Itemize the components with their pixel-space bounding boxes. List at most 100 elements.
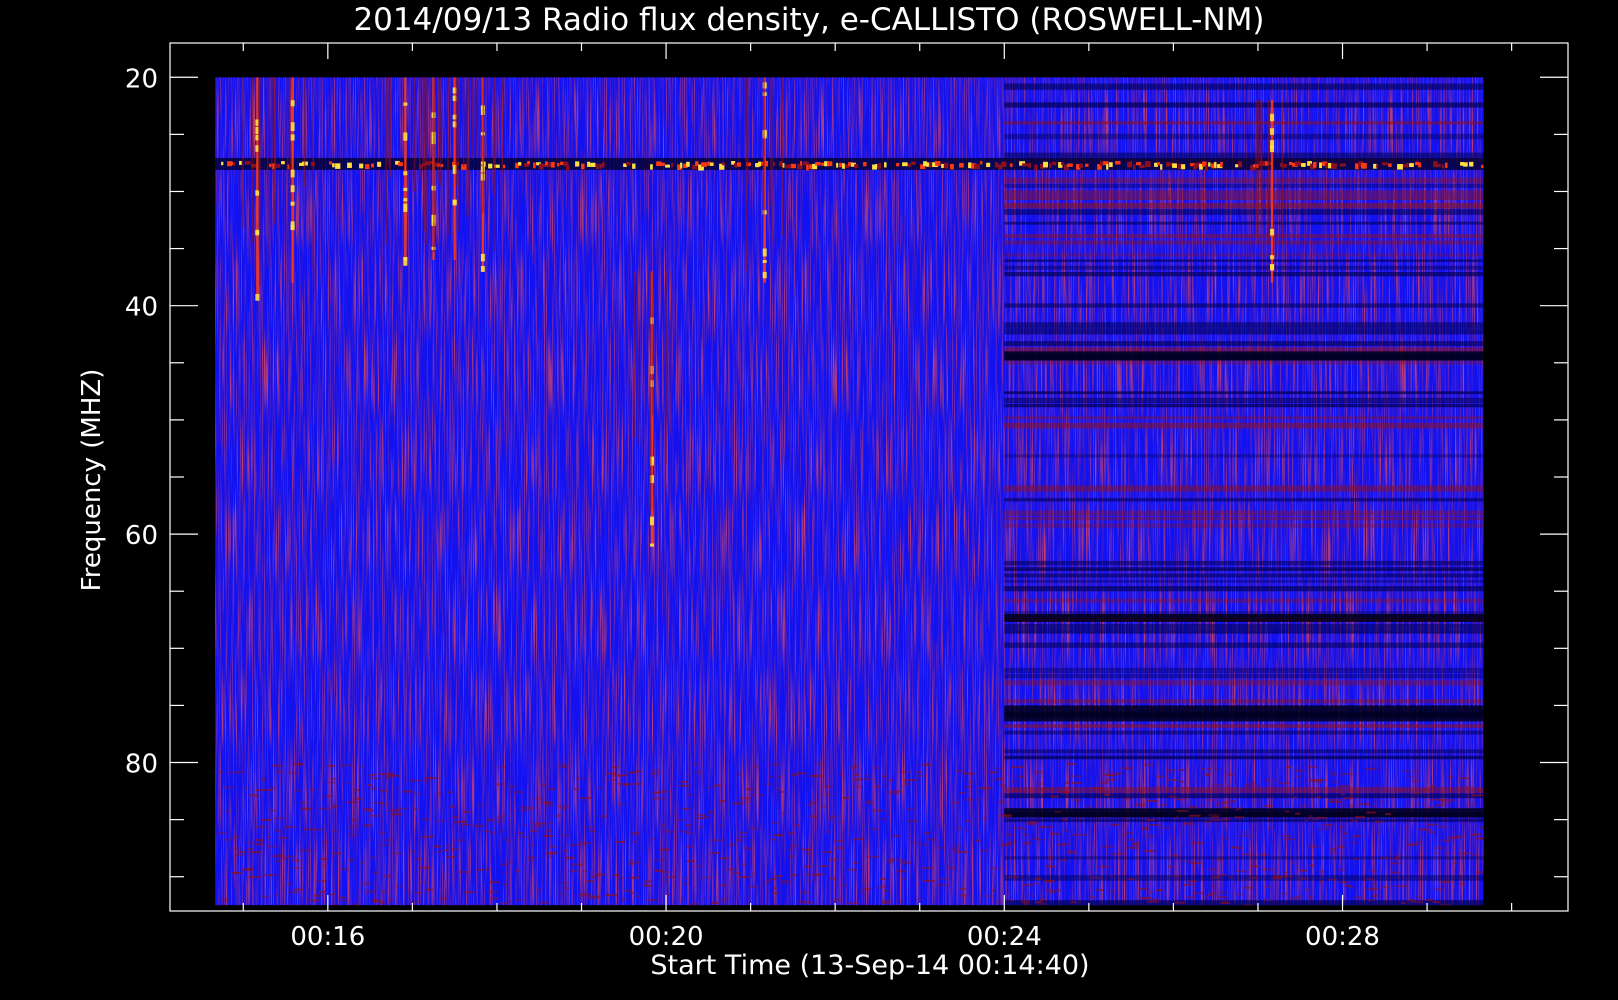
heatmap-band xyxy=(1004,498,1484,502)
heatmap-speckle xyxy=(1352,841,1357,844)
heatmap-speckle xyxy=(946,866,956,869)
heatmap-speckle xyxy=(744,846,747,849)
heatmap-speckle xyxy=(1434,888,1444,891)
heatmap-band xyxy=(1004,202,1484,209)
heatmap-speckle xyxy=(1415,803,1422,806)
heatmap-speckle xyxy=(1242,853,1253,856)
y-tick-label: 40 xyxy=(125,293,158,323)
heatmap-speckle xyxy=(260,778,265,781)
band-spark xyxy=(1340,163,1346,167)
heatmap-speckle xyxy=(1441,839,1452,842)
heatmap-speckle xyxy=(354,789,360,792)
heatmap-speckle xyxy=(498,766,506,769)
heatmap-speckle xyxy=(713,852,721,854)
heatmap-speckle xyxy=(457,871,469,873)
heatmap-speckle xyxy=(269,873,277,876)
band-spark xyxy=(1034,164,1038,171)
heatmap-speckle xyxy=(542,834,554,837)
heatmap-speckle xyxy=(682,807,689,810)
heatmap-speckle xyxy=(579,842,591,845)
heatmap-speckle xyxy=(1332,773,1337,776)
heatmap-speckle xyxy=(1144,882,1147,885)
band-spark xyxy=(665,164,670,168)
burst-fringe xyxy=(501,77,503,173)
heatmap-speckle xyxy=(827,858,840,861)
band-spark xyxy=(686,161,690,167)
heatmap-speckle xyxy=(825,830,830,833)
heatmap-speckle xyxy=(738,835,746,838)
heatmap-speckle xyxy=(1459,777,1469,780)
heatmap-speckle xyxy=(620,774,628,777)
heatmap-speckle xyxy=(1448,836,1459,839)
heatmap-speckle xyxy=(1140,791,1143,794)
heatmap-speckle xyxy=(1299,869,1308,872)
heatmap-speckle xyxy=(632,861,641,864)
heatmap-speckle xyxy=(699,876,712,879)
heatmap-speckle xyxy=(1380,857,1389,859)
heatmap-speckle xyxy=(325,794,331,797)
heatmap-speckle xyxy=(625,887,629,890)
burst-fringe xyxy=(259,77,261,287)
band-spark xyxy=(854,164,859,168)
heatmap-speckle xyxy=(791,874,797,876)
heatmap-speckle xyxy=(787,848,793,851)
heatmap-speckle xyxy=(271,764,283,767)
heatmap-speckle xyxy=(373,871,380,874)
heatmap-speckle xyxy=(333,903,337,906)
heatmap-speckle xyxy=(1341,793,1345,796)
heatmap-speckle xyxy=(1008,875,1019,878)
burst-highlight xyxy=(480,253,485,262)
band-spark xyxy=(518,162,522,166)
heatmap-speckle xyxy=(502,783,507,786)
heatmap-speckle xyxy=(1298,790,1305,793)
band-spark xyxy=(1319,162,1322,169)
heatmap-speckle xyxy=(895,870,907,873)
heatmap-speckle xyxy=(819,865,829,868)
heatmap-speckle xyxy=(502,883,507,886)
heatmap-speckle xyxy=(652,791,662,794)
heatmap-speckle xyxy=(801,901,814,904)
heatmap-speckle xyxy=(665,879,669,882)
band-spark xyxy=(734,162,738,168)
band-spark xyxy=(1265,161,1268,166)
band-spark xyxy=(1313,161,1317,168)
band-spark xyxy=(1106,163,1109,170)
heatmap-speckle xyxy=(1319,880,1324,883)
heatmap-speckle xyxy=(502,863,507,866)
band-spark xyxy=(335,163,341,169)
heatmap-speckle xyxy=(748,827,760,830)
heatmap-speckle xyxy=(299,849,311,852)
heatmap-speckle xyxy=(545,802,549,805)
band-spark xyxy=(1010,163,1013,167)
heatmap-speckle xyxy=(1432,901,1441,904)
heatmap-band xyxy=(1004,510,1484,516)
heatmap-speckle xyxy=(1411,779,1419,782)
burst-fringe xyxy=(286,77,289,241)
heatmap-speckle xyxy=(1237,807,1241,810)
heatmap-speckle xyxy=(499,830,504,833)
heatmap-speckle xyxy=(1186,896,1196,899)
heatmap-speckle xyxy=(1070,781,1082,784)
heatmap-speckle xyxy=(1395,855,1400,858)
heatmap-band xyxy=(1004,322,1484,329)
heatmap-speckle xyxy=(680,830,688,833)
heatmap-speckle xyxy=(636,895,639,898)
heatmap-speckle xyxy=(855,785,862,788)
heatmap-speckle xyxy=(361,861,364,864)
heatmap-speckle xyxy=(1008,841,1017,844)
heatmap-speckle xyxy=(1392,871,1400,874)
heatmap-speckle xyxy=(1438,825,1449,828)
heatmap-band xyxy=(1004,808,1484,818)
heatmap-band xyxy=(1004,209,1484,215)
heatmap-speckle xyxy=(490,897,499,900)
band-spark xyxy=(233,162,236,166)
heatmap-speckle xyxy=(659,848,671,851)
heatmap-speckle xyxy=(829,817,834,820)
heatmap-speckle xyxy=(385,776,391,779)
band-spark xyxy=(902,162,908,167)
burst-highlight xyxy=(762,259,767,264)
heatmap-speckle xyxy=(1337,868,1346,871)
heatmap-speckle xyxy=(1318,870,1325,873)
heatmap-speckle xyxy=(1034,877,1042,880)
heatmap-speckle xyxy=(1192,892,1203,895)
